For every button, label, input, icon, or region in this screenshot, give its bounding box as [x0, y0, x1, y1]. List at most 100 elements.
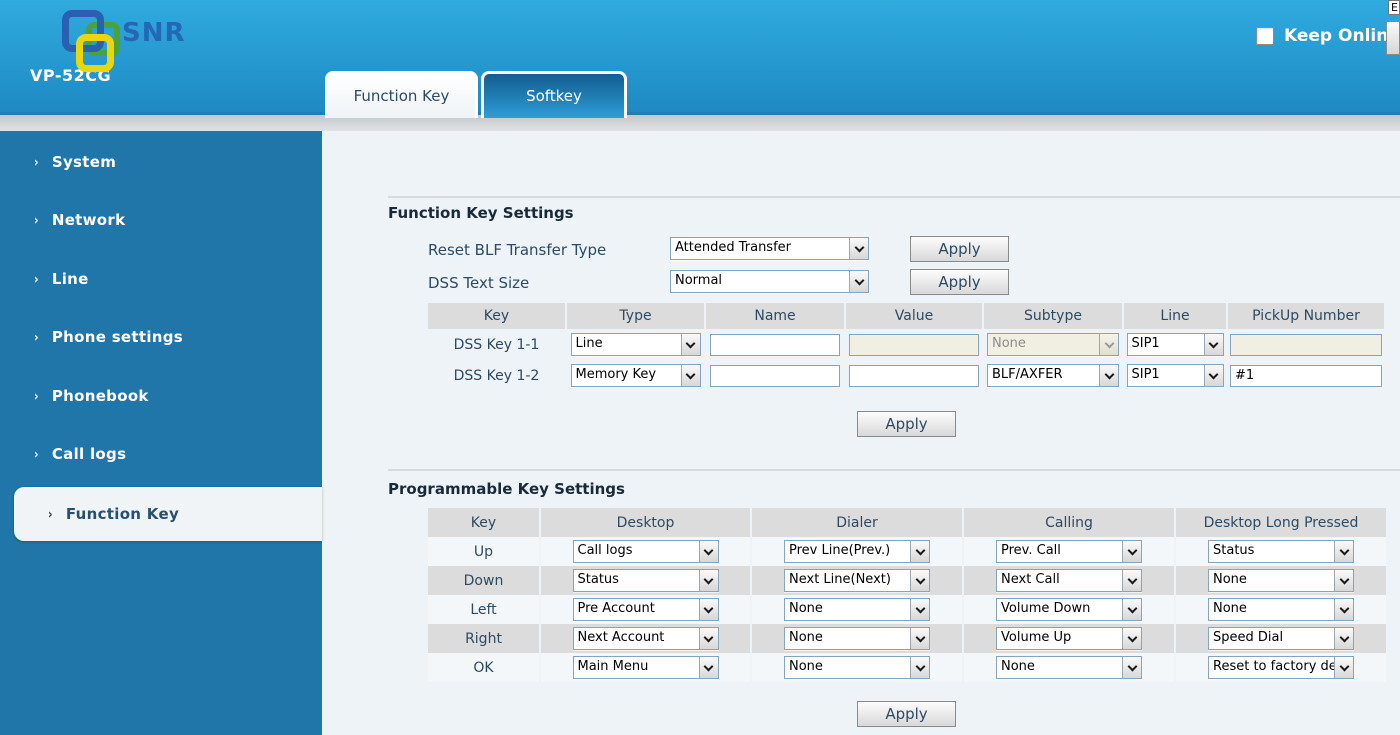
chevron-right-icon: › — [34, 154, 39, 170]
pk-down-dialer-select[interactable]: Next Line(Next) — [784, 569, 930, 592]
chevron-down-icon[interactable] — [1122, 570, 1141, 591]
apply-dss-text-size-button[interactable]: Apply — [910, 269, 1009, 295]
pk-left-dialer-select[interactable]: None — [784, 598, 930, 621]
dss-1-2-line-select[interactable]: SIP1 — [1127, 364, 1224, 387]
select-value: Prev. Call — [997, 541, 1122, 562]
dss-1-1-type-select[interactable]: Line — [571, 333, 701, 356]
pk-left-long-pressed-select[interactable]: None — [1208, 598, 1354, 621]
tab-softkey[interactable]: Softkey — [481, 71, 627, 118]
select-value: None — [1209, 570, 1334, 591]
select-value: Next Account — [574, 628, 699, 649]
pk-up-dialer-select[interactable]: Prev Line(Prev.) — [784, 540, 930, 563]
chevron-down-icon[interactable] — [849, 271, 868, 292]
chevron-down-icon[interactable] — [1122, 657, 1141, 678]
chevron-down-icon[interactable] — [681, 365, 700, 386]
chevron-down-icon[interactable] — [910, 541, 929, 562]
chevron-down-icon[interactable] — [699, 541, 718, 562]
chevron-down-icon[interactable] — [699, 657, 718, 678]
sidebar-item-call-logs[interactable]: › Call logs — [0, 440, 322, 468]
dss-text-size-select[interactable]: Normal — [670, 270, 869, 293]
pk-down-long-pressed-select[interactable]: None — [1208, 569, 1354, 592]
dss-1-2-subtype-select[interactable]: BLF/AXFER — [987, 364, 1119, 387]
pk-ok-label: OK — [428, 653, 539, 682]
pk-ok-desktop-select[interactable]: Main Menu — [573, 656, 719, 679]
pk-down-desktop-select[interactable]: Status — [573, 569, 719, 592]
select-value: Prev Line(Prev.) — [785, 541, 910, 562]
sidebar-item-line[interactable]: › Line — [0, 265, 322, 293]
pk-ok-long-pressed-select[interactable]: Reset to factory default — [1208, 656, 1354, 679]
chevron-down-icon[interactable] — [1099, 365, 1118, 386]
chevron-down-icon[interactable] — [1334, 628, 1353, 649]
select-value: Speed Dial — [1209, 628, 1334, 649]
dss-1-2-name-input[interactable] — [710, 365, 840, 387]
tab-function-key[interactable]: Function Key — [325, 71, 478, 118]
pk-right-dialer-select[interactable]: None — [784, 627, 930, 650]
apply-programmable-keys-button[interactable]: Apply — [857, 701, 956, 727]
apply-blf-button[interactable]: Apply — [910, 236, 1009, 262]
select-value: None — [785, 657, 910, 678]
pk-left-calling-select[interactable]: Volume Down — [996, 598, 1142, 621]
pk-up-desktop-select[interactable]: Call logs — [573, 540, 719, 563]
pk-right-long-pressed-select[interactable]: Speed Dial — [1208, 627, 1354, 650]
sidebar-item-label: Call logs — [52, 445, 126, 463]
chevron-down-icon[interactable] — [699, 628, 718, 649]
logout-button-partial[interactable] — [1386, 21, 1400, 55]
chevron-down-icon[interactable] — [1204, 365, 1223, 386]
column-header-name: Name — [706, 303, 844, 329]
dss-1-2-type-select[interactable]: Memory Key — [571, 364, 701, 387]
chevron-down-icon[interactable] — [910, 570, 929, 591]
chevron-down-icon[interactable] — [1204, 334, 1223, 355]
select-value: SIP1 — [1128, 365, 1204, 386]
chevron-down-icon[interactable] — [699, 599, 718, 620]
snr-logo: SNR — [30, 6, 180, 64]
pk-ok-dialer-select[interactable]: None — [784, 656, 930, 679]
chevron-right-icon: › — [34, 388, 39, 404]
chevron-down-icon[interactable] — [1122, 541, 1141, 562]
apply-dss-keys-button[interactable]: Apply — [857, 411, 956, 437]
chevron-right-icon: › — [34, 271, 39, 287]
chevron-down-icon[interactable] — [681, 334, 700, 355]
select-value: Status — [574, 570, 699, 591]
select-value: None — [1209, 599, 1334, 620]
chevron-down-icon[interactable] — [1334, 541, 1353, 562]
select-value: None — [997, 657, 1122, 678]
chevron-down-icon[interactable] — [1122, 599, 1141, 620]
dss-1-1-line-select[interactable]: SIP1 — [1127, 333, 1224, 356]
dss-text-size-label: DSS Text Size — [428, 274, 529, 292]
chevron-down-icon[interactable] — [1334, 657, 1353, 678]
logo-square-yellow — [76, 34, 114, 72]
reset-blf-transfer-type-select[interactable]: Attended Transfer — [670, 237, 869, 260]
pk-right-desktop-select[interactable]: Next Account — [573, 627, 719, 650]
pk-left-desktop-select[interactable]: Pre Account — [573, 598, 719, 621]
pk-down-label: Down — [428, 566, 539, 595]
chevron-right-icon: › — [34, 446, 39, 462]
sidebar-item-network[interactable]: › Network — [0, 206, 322, 234]
chevron-down-icon[interactable] — [910, 628, 929, 649]
pk-right-calling-select[interactable]: Volume Up — [996, 627, 1142, 650]
pk-ok-calling-select[interactable]: None — [996, 656, 1142, 679]
sidebar-item-phonebook[interactable]: › Phonebook — [0, 382, 322, 410]
dss-1-1-name-input[interactable] — [710, 334, 840, 356]
chevron-down-icon[interactable] — [1122, 628, 1141, 649]
chevron-right-icon: › — [34, 329, 39, 345]
sidebar-item-function-key[interactable]: › Function Key — [14, 487, 322, 541]
chevron-down-icon[interactable] — [910, 599, 929, 620]
header-bar: SNR VP-52CG Keep Online E — [0, 0, 1400, 115]
column-header-calling: Calling — [964, 508, 1174, 537]
sidebar-item-system[interactable]: › System — [0, 148, 322, 176]
keep-online-checkbox[interactable] — [1256, 27, 1274, 45]
dss-1-2-pickup-input[interactable] — [1230, 365, 1382, 387]
pk-up-long-pressed-select[interactable]: Status — [1208, 540, 1354, 563]
sidebar-item-phone-settings[interactable]: › Phone settings — [0, 323, 322, 351]
dss-1-1-pickup-input — [1230, 334, 1382, 356]
pk-down-calling-select[interactable]: Next Call — [996, 569, 1142, 592]
pk-up-calling-select[interactable]: Prev. Call — [996, 540, 1142, 563]
chevron-down-icon[interactable] — [699, 570, 718, 591]
chevron-down-icon[interactable] — [910, 657, 929, 678]
chevron-down-icon[interactable] — [849, 238, 868, 259]
dss-1-2-value-input[interactable] — [849, 365, 979, 387]
chevron-down-icon[interactable] — [1334, 599, 1353, 620]
select-value: Normal — [671, 271, 849, 292]
language-select-partial[interactable]: E — [1388, 0, 1400, 15]
chevron-down-icon[interactable] — [1334, 570, 1353, 591]
